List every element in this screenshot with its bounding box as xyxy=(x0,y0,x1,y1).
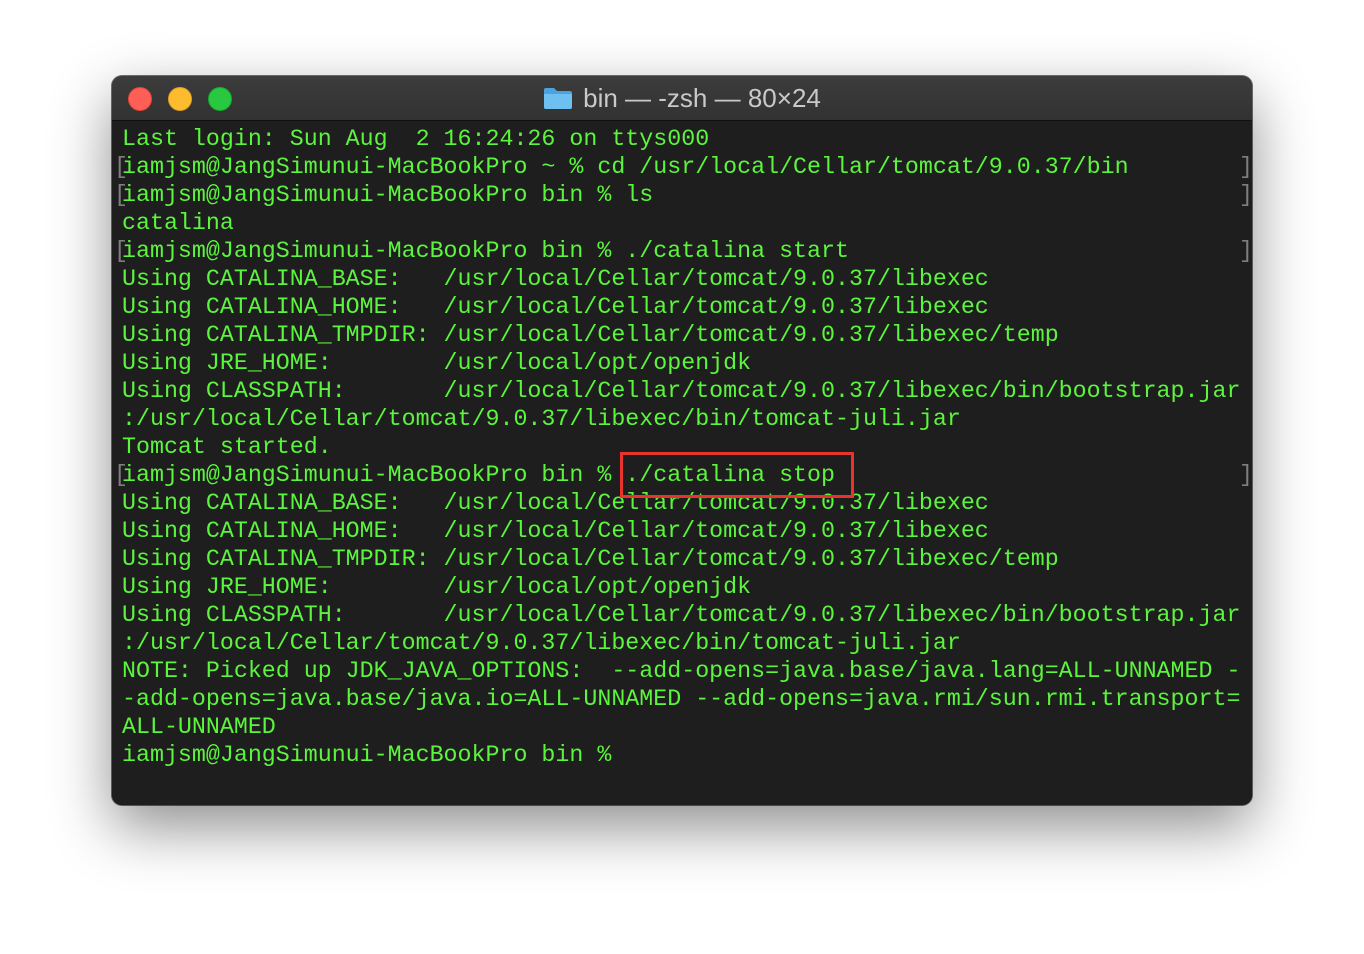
terminal-line: Using JRE_HOME: /usr/local/opt/openjdk xyxy=(122,573,1242,601)
terminal-line-text: iamjsm@JangSimunui-MacBookPro bin % ./ca… xyxy=(122,238,849,264)
terminal-line-text: iamjsm@JangSimunui-MacBookPro ~ % cd /us… xyxy=(122,154,1129,180)
terminal-line: [] iamjsm@JangSimunui-MacBookPro bin % ls xyxy=(114,181,1252,209)
line-mark-right: ] xyxy=(1239,154,1252,180)
terminal-line-text: Using JRE_HOME: /usr/local/opt/openjdk xyxy=(122,350,752,376)
terminal-line-text: Using CATALINA_TMPDIR: /usr/local/Cellar… xyxy=(122,322,1059,348)
title-bar[interactable]: bin — -zsh — 80×24 xyxy=(112,76,1252,121)
terminal-line: ALL-UNNAMED xyxy=(122,713,1242,741)
terminal-line-text: Using JRE_HOME: /usr/local/opt/openjdk xyxy=(122,574,752,600)
terminal-line-text: :/usr/local/Cellar/tomcat/9.0.37/libexec… xyxy=(122,406,961,432)
terminal-line-text: ALL-UNNAMED xyxy=(122,714,276,740)
line-mark-right: ] xyxy=(1239,238,1252,264)
terminal-line-text: iamjsm@JangSimunui-MacBookPro bin % ./ca… xyxy=(122,462,836,488)
terminal-line: [] iamjsm@JangSimunui-MacBookPro bin % ./… xyxy=(114,237,1252,265)
terminal-line: Using CATALINA_HOME: /usr/local/Cellar/t… xyxy=(122,293,1242,321)
line-mark-left: [ xyxy=(114,154,128,180)
terminal-line: Last login: Sun Aug 2 16:24:26 on ttys00… xyxy=(122,125,1242,153)
terminal-line-text: NOTE: Picked up JDK_JAVA_OPTIONS: --add-… xyxy=(122,658,1241,684)
line-mark-right: ] xyxy=(1239,182,1252,208)
terminal-line-text: Using CLASSPATH: /usr/local/Cellar/tomca… xyxy=(122,378,1241,404)
terminal-line: [] iamjsm@JangSimunui-MacBookPro bin % ./… xyxy=(114,461,1252,489)
line-mark-left: [ xyxy=(114,462,128,488)
terminal-line: :/usr/local/Cellar/tomcat/9.0.37/libexec… xyxy=(122,629,1242,657)
line-mark-left: [ xyxy=(114,238,128,264)
terminal-line: Using CATALINA_BASE: /usr/local/Cellar/t… xyxy=(122,489,1242,517)
terminal-line: Using JRE_HOME: /usr/local/opt/openjdk xyxy=(122,349,1242,377)
terminal-line-text: Using CATALINA_HOME: /usr/local/Cellar/t… xyxy=(122,294,989,320)
terminal-line: Using CATALINA_TMPDIR: /usr/local/Cellar… xyxy=(122,545,1242,573)
terminal-line-text: Using CATALINA_BASE: /usr/local/Cellar/t… xyxy=(122,266,989,292)
terminal-line: iamjsm@JangSimunui-MacBookPro bin % xyxy=(122,741,1242,769)
terminal-line-text: Using CATALINA_BASE: /usr/local/Cellar/t… xyxy=(122,490,989,516)
terminal-line-text: catalina xyxy=(122,210,234,236)
terminal-line-text: Using CATALINA_TMPDIR: /usr/local/Cellar… xyxy=(122,546,1059,572)
terminal-line-text: Tomcat started. xyxy=(122,434,332,460)
terminal-window: bin — -zsh — 80×24 Last login: Sun Aug 2… xyxy=(112,76,1252,805)
terminal-line: catalina xyxy=(122,209,1242,237)
terminal-line: Using CLASSPATH: /usr/local/Cellar/tomca… xyxy=(122,601,1242,629)
terminal-line-text: :/usr/local/Cellar/tomcat/9.0.37/libexec… xyxy=(122,630,961,656)
terminal-line: Tomcat started. xyxy=(122,433,1242,461)
terminal-line-text: -add-opens=java.base/java.io=ALL-UNNAMED… xyxy=(122,686,1241,712)
terminal-line: Using CATALINA_BASE: /usr/local/Cellar/t… xyxy=(122,265,1242,293)
terminal-line: Using CLASSPATH: /usr/local/Cellar/tomca… xyxy=(122,377,1242,405)
terminal-line: Using CATALINA_TMPDIR: /usr/local/Cellar… xyxy=(122,321,1242,349)
line-mark-left: [ xyxy=(114,182,128,208)
terminal-lines: Last login: Sun Aug 2 16:24:26 on ttys00… xyxy=(114,125,1252,769)
terminal-line-text: Using CATALINA_HOME: /usr/local/Cellar/t… xyxy=(122,518,989,544)
folder-icon xyxy=(544,88,573,109)
terminal-line: [] iamjsm@JangSimunui-MacBookPro ~ % cd /… xyxy=(114,153,1252,181)
terminal-line-text: Last login: Sun Aug 2 16:24:26 on ttys00… xyxy=(122,126,710,152)
line-mark-right: ] xyxy=(1239,462,1252,488)
terminal-line-text: iamjsm@JangSimunui-MacBookPro bin % xyxy=(122,742,626,768)
terminal-line-text: iamjsm@JangSimunui-MacBookPro bin % ls xyxy=(122,182,654,208)
terminal-line: -add-opens=java.base/java.io=ALL-UNNAMED… xyxy=(122,685,1242,713)
terminal-line-text: Using CLASSPATH: /usr/local/Cellar/tomca… xyxy=(122,602,1241,628)
terminal-output[interactable]: Last login: Sun Aug 2 16:24:26 on ttys00… xyxy=(112,121,1252,805)
terminal-line: :/usr/local/Cellar/tomcat/9.0.37/libexec… xyxy=(122,405,1242,433)
terminal-line: Using CATALINA_HOME: /usr/local/Cellar/t… xyxy=(122,517,1242,545)
window-title-container: bin — -zsh — 80×24 xyxy=(112,76,1252,120)
terminal-line: NOTE: Picked up JDK_JAVA_OPTIONS: --add-… xyxy=(122,657,1242,685)
window-title: bin — -zsh — 80×24 xyxy=(583,82,821,113)
